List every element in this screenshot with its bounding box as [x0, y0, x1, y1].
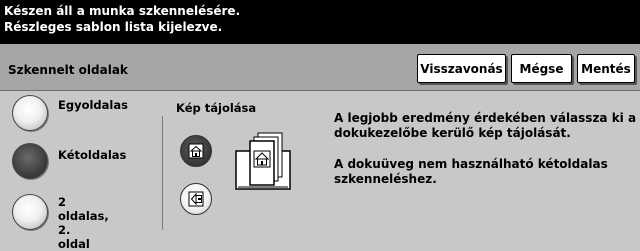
- save-button[interactable]: Mentés: [577, 54, 635, 83]
- section-divider: [162, 116, 163, 230]
- house-upright-icon: [188, 143, 204, 159]
- option-two-sided-label: Kétoldalas: [58, 148, 127, 162]
- option-one-sided-label: Egyoldalas: [58, 98, 128, 112]
- orientation-rotated-button[interactable]: [180, 183, 212, 215]
- page-title: Szkennelt oldalak: [8, 63, 128, 77]
- status-bar: Készen áll a munka szkennelésére. Részle…: [0, 0, 640, 44]
- help-text-glass: A dokuüveg nem használható kétoldalas sz…: [334, 157, 608, 186]
- undo-button[interactable]: Visszavonás: [417, 54, 506, 83]
- status-message-line1: Készen áll a munka szkennelésére.: [4, 4, 241, 18]
- cancel-button[interactable]: Mégse: [511, 54, 572, 83]
- option-two-sided-radio[interactable]: [12, 143, 48, 179]
- option-one-sided-radio[interactable]: [12, 95, 48, 131]
- orientation-upright-button[interactable]: [180, 135, 212, 167]
- document-feeder-illustration: [235, 132, 291, 190]
- help-text-orientation: A legjobb eredmény érdekében válassza ki…: [334, 111, 637, 140]
- option-two-sided-page2-label: 2 oldalas, 2. oldal: [58, 195, 109, 251]
- header-bar: Szkennelt oldalak Visszavonás Mégse Ment…: [0, 44, 640, 91]
- status-message-line2: Részleges sablon lista kijelezve.: [4, 20, 223, 34]
- house-rotated-icon: [188, 191, 204, 207]
- orientation-label: Kép tájolása: [176, 101, 257, 115]
- option-two-sided-page2-radio[interactable]: [12, 194, 48, 230]
